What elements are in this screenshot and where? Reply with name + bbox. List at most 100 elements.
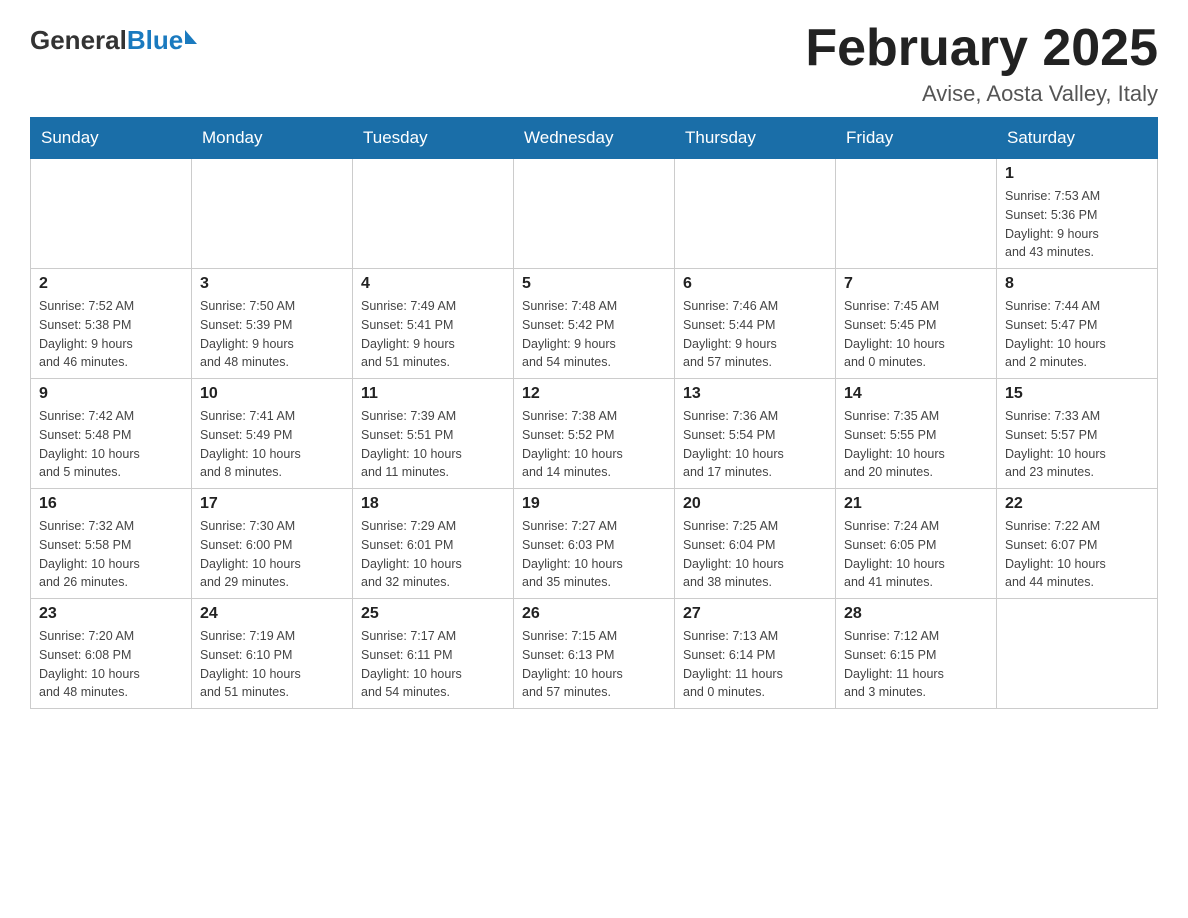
day-info: Sunrise: 7:30 AM Sunset: 6:00 PM Dayligh… [200, 517, 344, 592]
logo-blue-text: Blue [127, 25, 183, 56]
day-number: 25 [361, 605, 505, 623]
day-number: 16 [39, 495, 183, 513]
calendar-cell [192, 159, 353, 269]
day-info: Sunrise: 7:53 AM Sunset: 5:36 PM Dayligh… [1005, 187, 1149, 262]
logo: General Blue [30, 20, 197, 56]
calendar-cell: 27 Sunrise: 7:13 AM Sunset: 6:14 PM Dayli… [675, 599, 836, 709]
calendar-cell: 8 Sunrise: 7:44 AM Sunset: 5:47 PM Daylig… [997, 269, 1158, 379]
calendar-cell: 11 Sunrise: 7:39 AM Sunset: 5:51 PM Dayli… [353, 379, 514, 489]
day-info: Sunrise: 7:45 AM Sunset: 5:45 PM Dayligh… [844, 297, 988, 372]
day-number: 7 [844, 275, 988, 293]
calendar-cell: 23 Sunrise: 7:20 AM Sunset: 6:08 PM Dayli… [31, 599, 192, 709]
calendar-cell: 22Sunrise: 7:22 AM Sunset: 6:07 PM Dayli… [997, 489, 1158, 599]
calendar-cell: 2Sunrise: 7:52 AM Sunset: 5:38 PM Daylig… [31, 269, 192, 379]
calendar-cell: 9Sunrise: 7:42 AM Sunset: 5:48 PM Daylig… [31, 379, 192, 489]
day-number: 22 [1005, 495, 1149, 513]
day-info: Sunrise: 7:35 AM Sunset: 5:55 PM Dayligh… [844, 407, 988, 482]
day-number: 17 [200, 495, 344, 513]
calendar-cell: 4Sunrise: 7:49 AM Sunset: 5:41 PM Daylig… [353, 269, 514, 379]
day-info: Sunrise: 7:29 AM Sunset: 6:01 PM Dayligh… [361, 517, 505, 592]
day-info: Sunrise: 7:13 AM Sunset: 6:14 PM Dayligh… [683, 627, 827, 702]
day-info: Sunrise: 7:46 AM Sunset: 5:44 PM Dayligh… [683, 297, 827, 372]
calendar-week-row-3: 9Sunrise: 7:42 AM Sunset: 5:48 PM Daylig… [31, 379, 1158, 489]
day-info: Sunrise: 7:12 AM Sunset: 6:15 PM Dayligh… [844, 627, 988, 702]
calendar-cell: 12 Sunrise: 7:38 AM Sunset: 5:52 PM Dayli… [514, 379, 675, 489]
title-section: February 2025 Avise, Aosta Valley, Italy [805, 20, 1158, 107]
calendar-cell [353, 159, 514, 269]
day-info: Sunrise: 7:44 AM Sunset: 5:47 PM Dayligh… [1005, 297, 1149, 372]
day-info: Sunrise: 7:38 AM Sunset: 5:52 PM Dayligh… [522, 407, 666, 482]
calendar-cell: 25 Sunrise: 7:17 AM Sunset: 6:11 PM Dayli… [353, 599, 514, 709]
day-number: 28 [844, 605, 988, 623]
day-number: 6 [683, 275, 827, 293]
calendar-cell: 20 Sunrise: 7:25 AM Sunset: 6:04 PM Dayli… [675, 489, 836, 599]
calendar-week-row-4: 16 Sunrise: 7:32 AM Sunset: 5:58 PM Dayli… [31, 489, 1158, 599]
weekday-header-monday: Monday [192, 118, 353, 159]
day-info: Sunrise: 7:32 AM Sunset: 5:58 PM Dayligh… [39, 517, 183, 592]
calendar-cell: 16 Sunrise: 7:32 AM Sunset: 5:58 PM Dayli… [31, 489, 192, 599]
calendar-cell [675, 159, 836, 269]
day-number: 11 [361, 385, 505, 403]
day-info: Sunrise: 7:39 AM Sunset: 5:51 PM Dayligh… [361, 407, 505, 482]
calendar-cell: 3 Sunrise: 7:50 AM Sunset: 5:39 PM Daylig… [192, 269, 353, 379]
day-number: 5 [522, 275, 666, 293]
day-info: Sunrise: 7:25 AM Sunset: 6:04 PM Dayligh… [683, 517, 827, 592]
day-info: Sunrise: 7:41 AM Sunset: 5:49 PM Dayligh… [200, 407, 344, 482]
day-number: 26 [522, 605, 666, 623]
day-info: Sunrise: 7:49 AM Sunset: 5:41 PM Dayligh… [361, 297, 505, 372]
day-number: 27 [683, 605, 827, 623]
day-number: 13 [683, 385, 827, 403]
day-info: Sunrise: 7:50 AM Sunset: 5:39 PM Dayligh… [200, 297, 344, 372]
calendar-cell: 15 Sunrise: 7:33 AM Sunset: 5:57 PM Dayli… [997, 379, 1158, 489]
day-number: 14 [844, 385, 988, 403]
calendar-cell: 13 Sunrise: 7:36 AM Sunset: 5:54 PM Dayli… [675, 379, 836, 489]
calendar-week-row-1: 1 Sunrise: 7:53 AM Sunset: 5:36 PM Daylig… [31, 159, 1158, 269]
day-info: Sunrise: 7:33 AM Sunset: 5:57 PM Dayligh… [1005, 407, 1149, 482]
calendar-cell: 1 Sunrise: 7:53 AM Sunset: 5:36 PM Daylig… [997, 159, 1158, 269]
day-info: Sunrise: 7:48 AM Sunset: 5:42 PM Dayligh… [522, 297, 666, 372]
calendar-week-row-5: 23 Sunrise: 7:20 AM Sunset: 6:08 PM Dayli… [31, 599, 1158, 709]
day-number: 12 [522, 385, 666, 403]
day-info: Sunrise: 7:17 AM Sunset: 6:11 PM Dayligh… [361, 627, 505, 702]
day-number: 1 [1005, 165, 1149, 183]
calendar-cell: 18 Sunrise: 7:29 AM Sunset: 6:01 PM Dayli… [353, 489, 514, 599]
day-number: 23 [39, 605, 183, 623]
logo-blue-part: Blue [127, 25, 197, 56]
day-info: Sunrise: 7:20 AM Sunset: 6:08 PM Dayligh… [39, 627, 183, 702]
day-info: Sunrise: 7:52 AM Sunset: 5:38 PM Dayligh… [39, 297, 183, 372]
weekday-header-friday: Friday [836, 118, 997, 159]
calendar-cell: 24 Sunrise: 7:19 AM Sunset: 6:10 PM Dayli… [192, 599, 353, 709]
location-text: Avise, Aosta Valley, Italy [805, 81, 1158, 107]
weekday-header-saturday: Saturday [997, 118, 1158, 159]
weekday-header-wednesday: Wednesday [514, 118, 675, 159]
day-info: Sunrise: 7:24 AM Sunset: 6:05 PM Dayligh… [844, 517, 988, 592]
logo-general-text: General [30, 25, 127, 56]
day-number: 15 [1005, 385, 1149, 403]
calendar-cell: 5 Sunrise: 7:48 AM Sunset: 5:42 PM Daylig… [514, 269, 675, 379]
weekday-header-sunday: Sunday [31, 118, 192, 159]
calendar-cell: 28 Sunrise: 7:12 AM Sunset: 6:15 PM Dayli… [836, 599, 997, 709]
page-header: General Blue February 2025 Avise, Aosta … [30, 20, 1158, 107]
day-number: 8 [1005, 275, 1149, 293]
calendar-cell: 19Sunrise: 7:27 AM Sunset: 6:03 PM Dayli… [514, 489, 675, 599]
day-number: 20 [683, 495, 827, 513]
day-number: 24 [200, 605, 344, 623]
day-info: Sunrise: 7:15 AM Sunset: 6:13 PM Dayligh… [522, 627, 666, 702]
day-info: Sunrise: 7:19 AM Sunset: 6:10 PM Dayligh… [200, 627, 344, 702]
day-number: 21 [844, 495, 988, 513]
day-info: Sunrise: 7:36 AM Sunset: 5:54 PM Dayligh… [683, 407, 827, 482]
calendar-cell: 14 Sunrise: 7:35 AM Sunset: 5:55 PM Dayli… [836, 379, 997, 489]
weekday-header-row: SundayMondayTuesdayWednesdayThursdayFrid… [31, 118, 1158, 159]
calendar-cell: 17 Sunrise: 7:30 AM Sunset: 6:00 PM Dayli… [192, 489, 353, 599]
day-number: 10 [200, 385, 344, 403]
day-info: Sunrise: 7:27 AM Sunset: 6:03 PM Dayligh… [522, 517, 666, 592]
day-number: 3 [200, 275, 344, 293]
calendar-cell: 6 Sunrise: 7:46 AM Sunset: 5:44 PM Daylig… [675, 269, 836, 379]
weekday-header-tuesday: Tuesday [353, 118, 514, 159]
calendar-cell [836, 159, 997, 269]
calendar-table: SundayMondayTuesdayWednesdayThursdayFrid… [30, 117, 1158, 709]
day-number: 18 [361, 495, 505, 513]
calendar-cell: 7 Sunrise: 7:45 AM Sunset: 5:45 PM Daylig… [836, 269, 997, 379]
day-info: Sunrise: 7:42 AM Sunset: 5:48 PM Dayligh… [39, 407, 183, 482]
calendar-cell: 10 Sunrise: 7:41 AM Sunset: 5:49 PM Dayli… [192, 379, 353, 489]
